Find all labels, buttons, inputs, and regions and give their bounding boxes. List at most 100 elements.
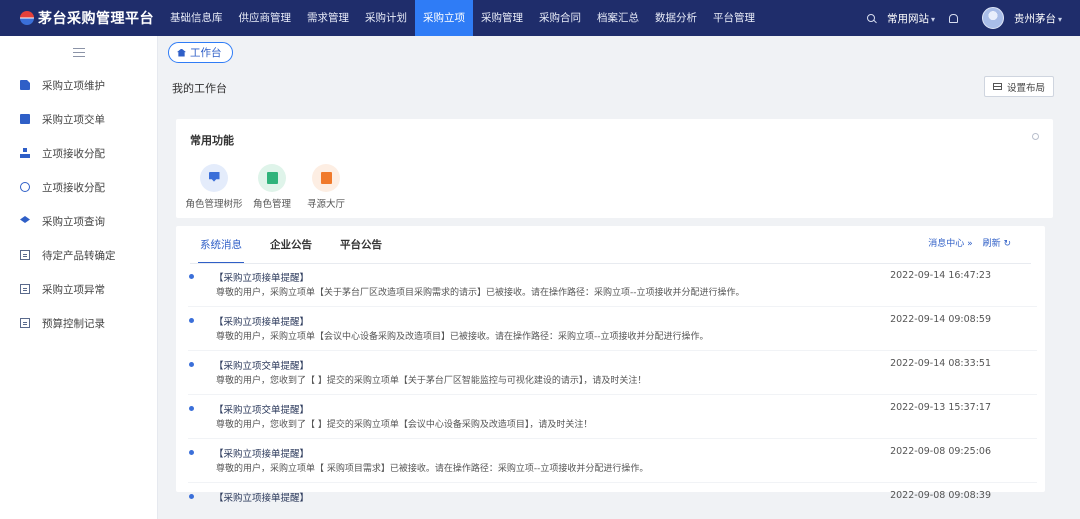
user-menu[interactable]: 贵州茅台 ▾ (1014, 11, 1062, 26)
chevron-down-icon: ▾ (1057, 14, 1062, 24)
download-icon (200, 164, 228, 192)
sidebar-item[interactable]: 采购立项查询 (0, 204, 157, 238)
top-right-tools: 常用网站 ▾ 贵州茅台 ▾ (866, 0, 1062, 36)
function-shortcut[interactable]: 寻源大厅 (296, 164, 356, 210)
list-icon (20, 318, 30, 328)
collapse-menu-button[interactable] (0, 36, 157, 68)
refresh-link[interactable]: 刷新 ↻ (983, 236, 1011, 249)
message-item[interactable]: 【采购立项接单提醒】尊敬的用户，采购立项单【 采购项目需求】已被接收。请在操作路… (188, 439, 1037, 483)
card-title: 常用功能 (190, 134, 234, 147)
message-time: 2022-09-14 08:33:51 (890, 358, 991, 369)
sidebar-item[interactable]: 采购立项维护 (0, 68, 157, 102)
sidebar-item-label: 预算控制记录 (42, 317, 105, 330)
message-item[interactable]: 【采购立项交单提醒】 尊敬的用户，您收到了【 】提交的采购立项单【关于茅台厂区智能… (188, 351, 1037, 395)
bell-icon[interactable] (948, 13, 958, 23)
list-icon (20, 284, 30, 294)
function-shortcut[interactable]: 角色管理树形 (184, 164, 244, 210)
avatar[interactable] (981, 7, 1004, 29)
message-actions: 消息中心 » 刷新 ↻ (928, 236, 1011, 249)
sidebar-item-label: 采购立项查询 (42, 215, 105, 228)
message-title: 【采购立项接单提醒】 (214, 493, 310, 504)
message-time: 2022-09-14 16:47:23 (890, 270, 991, 281)
settings-icon[interactable] (1032, 133, 1039, 140)
message-body: 尊敬的用户，采购立项单【会议中心设备采购及改造项目】已被接收。请在操作路径：采购… (216, 332, 709, 342)
message-item[interactable]: 【采购立项交单提醒】尊敬的用户，您收到了【 】提交的采购立项单【会议中心设备采购… (188, 395, 1037, 439)
nav-item[interactable]: 需求管理 (299, 0, 357, 36)
unread-dot-icon (189, 450, 194, 455)
sidebar-item[interactable]: 待定产品转确定 (0, 238, 157, 272)
nav-item[interactable]: 采购合同 (531, 0, 589, 36)
search-icon (20, 216, 30, 223)
nav-item[interactable]: 数据分析 (647, 0, 705, 36)
message-tabs: 系统消息 企业公告 平台公告 (198, 234, 382, 264)
sidebar-item-label: 采购立项维护 (42, 79, 105, 92)
brand-logo[interactable]: 茅台采购管理平台 (0, 0, 162, 36)
sidebar-item[interactable]: 预算控制记录 (0, 306, 157, 340)
search-icon[interactable] (866, 14, 875, 22)
unread-dot-icon (189, 274, 194, 279)
page-title: 我的工作台 (172, 82, 227, 95)
brand-name: 茅台采购管理平台 (38, 11, 154, 27)
edit-document-icon (20, 80, 30, 90)
sidebar-item[interactable]: 立项接收分配 (0, 136, 157, 170)
message-tab[interactable]: 平台公告 (340, 234, 382, 258)
nav-item[interactable]: 采购立项 (415, 0, 473, 36)
chevron-down-icon: ▾ (930, 14, 935, 24)
layout-settings-button[interactable]: 设置布局 (983, 76, 1054, 97)
message-item[interactable]: 【采购立项接单提醒】尊敬的用户，采购立项单【会议中心设备采购及改造项目】已被接收… (188, 307, 1037, 351)
message-title: 【采购立项接单提醒】 (214, 449, 310, 460)
top-bar: 茅台采购管理平台 基础信息库 供应商管理 需求管理 采购计划 采购立项 采购管理 采购合同档… (0, 0, 1080, 36)
message-title: 【采购立项接单提醒】 (214, 273, 310, 284)
message-time: 2022-09-08 09:08:39 (890, 490, 991, 501)
message-body: 尊敬的用户，采购立项单【关于茅台厂区改造项目采购需求的请示】已被接收。请在操作路… (216, 288, 745, 298)
message-body: 尊敬的用户，您收到了【 】提交的采购立项单【会议中心设备采购及改造项目】，请及时… (216, 420, 593, 430)
unread-dot-icon (189, 318, 194, 323)
message-item[interactable]: 【采购立项接单提醒】 2022-09-08 09:08:39 (188, 483, 1037, 519)
nav-item[interactable]: 基础信息库 (162, 0, 231, 36)
nav-item[interactable]: 档案汇总 (589, 0, 647, 36)
main-content: 工作台 我的工作台 设置布局 常用功能 角色管理树形 角色管理 寻源大厅 系统消息 企… (158, 36, 1080, 519)
message-body: 尊敬的用户，采购立项单【 采购项目需求】已被接收。请在操作路径：采购立项--立项… (216, 464, 649, 474)
nav-item[interactable]: 采购计划 (357, 0, 415, 36)
message-time: 2022-09-08 09:25:06 (890, 446, 991, 457)
message-title: 【采购立项接单提醒】 (214, 317, 310, 328)
function-shortcut[interactable]: 角色管理 (242, 164, 302, 210)
nav-item[interactable]: 平台管理 (705, 0, 763, 36)
unread-dot-icon (189, 362, 194, 367)
sidebar-item[interactable]: 采购立项异常 (0, 272, 157, 306)
logo-icon (20, 11, 34, 25)
layout-icon (992, 83, 1002, 90)
menu-icon (72, 47, 85, 57)
sidebar-item-label: 立项接收分配 (42, 147, 105, 160)
sidebar-menu: 采购立项维护 采购立项交单 立项接收分配 立项接收分配 采购立项查询 待定产品转确定 采购立… (0, 68, 157, 340)
function-label: 角色管理 (252, 199, 291, 210)
tab-workbench[interactable]: 工作台 (168, 42, 233, 63)
sidebar-item[interactable]: 采购立项交单 (0, 102, 157, 136)
message-list: 【采购立项接单提醒】尊敬的用户，采购立项单【关于茅台厂区改造项目采购需求的请示】… (188, 263, 1037, 519)
function-label: 寻源大厅 (306, 199, 345, 210)
sidebar-item[interactable]: 立项接收分配 (0, 170, 157, 204)
sidebar: 采购立项维护 采购立项交单 立项接收分配 立项接收分配 采购立项查询 待定产品转确定 采购立… (0, 36, 158, 519)
sidebar-item-label: 采购立项异常 (42, 283, 105, 296)
sidebar-item-label: 立项接收分配 (42, 181, 105, 194)
message-title: 【采购立项交单提醒】 (214, 405, 310, 416)
message-item[interactable]: 【采购立项接单提醒】尊敬的用户，采购立项单【关于茅台厂区改造项目采购需求的请示】… (188, 263, 1037, 307)
clock-icon (20, 182, 30, 192)
message-tab[interactable]: 企业公告 (270, 234, 312, 258)
nav-item[interactable]: 采购管理 (473, 0, 531, 36)
message-time: 2022-09-13 15:37:17 (890, 402, 991, 413)
message-time: 2022-09-14 09:08:59 (890, 314, 991, 325)
messages-card: 系统消息 企业公告 平台公告 消息中心 » 刷新 ↻ 【采购立项接单提醒】 尊敬的用户… (176, 226, 1045, 504)
unread-dot-icon (189, 494, 194, 499)
message-tab[interactable]: 系统消息 (198, 234, 244, 264)
sidebar-item-label: 采购立项交单 (42, 113, 105, 126)
list-icon (20, 250, 30, 260)
common-functions-card: 常用功能 角色管理树形 角色管理 寻源大厅 (176, 119, 1053, 218)
document-icon (258, 164, 286, 192)
common-sites-menu[interactable]: 常用网站 ▾ (887, 11, 935, 26)
function-label: 角色管理树形 (185, 199, 243, 210)
message-center-link[interactable]: 消息中心 » (928, 236, 972, 249)
sidebar-item-label: 待定产品转确定 (42, 249, 116, 262)
nav-item[interactable]: 供应商管理 (231, 0, 300, 36)
message-title: 【采购立项交单提醒】 (214, 361, 310, 372)
